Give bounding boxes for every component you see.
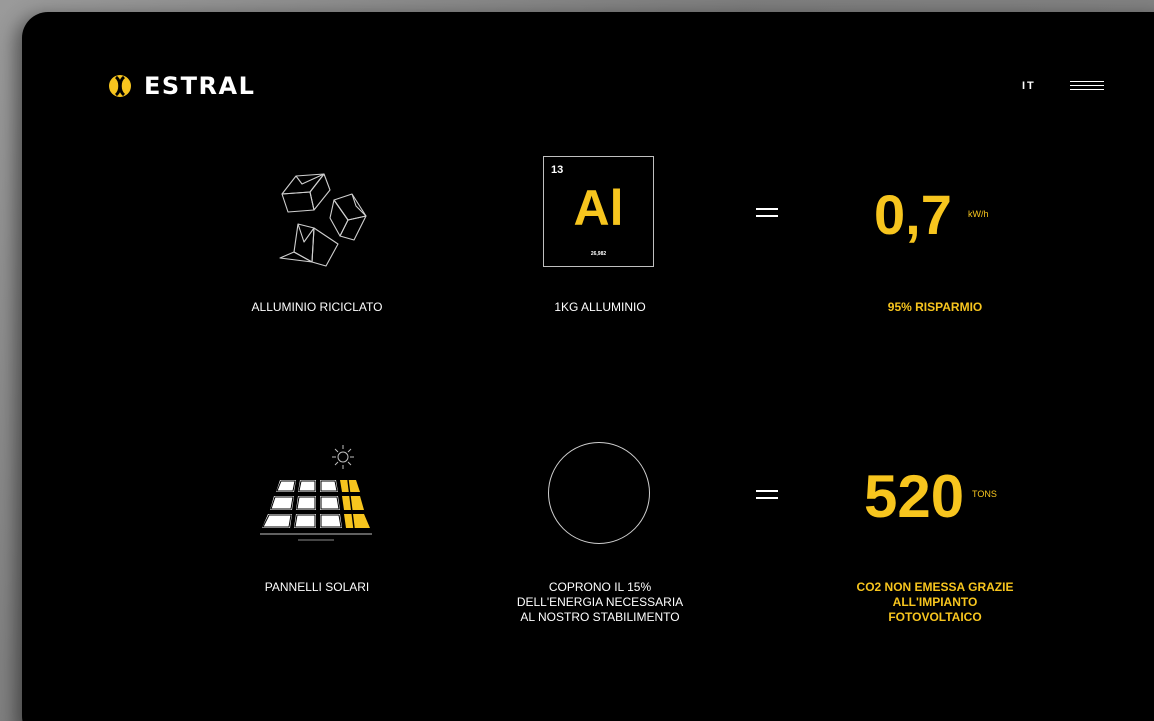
- atomic-mass: 26,982: [590, 251, 607, 257]
- solar-panel-icon: [260, 479, 372, 541]
- circle-icon: [548, 442, 650, 544]
- element-symbol: Al: [573, 180, 624, 236]
- brand-name: ESTRAL: [144, 72, 256, 100]
- equals-icon: [756, 208, 778, 217]
- coverage-caption: COPRONO IL 15% DELL'ENERGIA NECESSARIA A…: [517, 580, 683, 625]
- atomic-number: 13: [551, 164, 564, 176]
- one-kg-aluminium-caption: 1KG ALLUMINIO: [554, 300, 646, 314]
- coverage-caption-line-2: DELL'ENERGIA NECESSARIA: [516, 595, 684, 609]
- recycled-aluminium-caption: ALLUMINIO RICICLATO: [251, 300, 383, 314]
- co2-caption: CO2 NON EMESSA GRAZIE ALL'IMPIANTO FOTOV…: [857, 580, 1014, 625]
- co2-caption-line-2: ALL'IMPIANTO: [892, 595, 978, 609]
- coverage-caption-line-3: AL NOSTRO STABILIMENTO: [520, 610, 680, 624]
- hamburger-menu-icon[interactable]: [1070, 81, 1106, 95]
- energy-value: 0,7: [874, 183, 952, 246]
- brand-logo[interactable]: ESTRAL: [108, 72, 255, 100]
- energy-unit: kW/h: [968, 209, 989, 219]
- co2-caption-line-1: CO2 NON EMESSA GRAZIE: [856, 580, 1014, 594]
- sun-icon: [332, 445, 354, 469]
- co2-unit: TONS: [972, 489, 997, 499]
- recycle-icon: [279, 173, 367, 267]
- logo-mark-icon: [109, 75, 131, 97]
- co2-caption-line-3: FOTOVOLTAICO: [888, 610, 982, 624]
- page-canvas: ESTRAL IT ALLUMINIO RICICLATO 13 Al 26,9…: [22, 12, 1154, 721]
- co2-value: 520: [864, 463, 965, 530]
- solar-panels-caption: PANNELLI SOLARI: [264, 580, 370, 594]
- periodic-element-tile: 13 Al 26,982: [543, 156, 654, 267]
- language-selector[interactable]: IT: [1022, 80, 1036, 92]
- savings-caption: 95% RISPARMIO: [887, 300, 983, 314]
- coverage-caption-line-1: COPRONO IL 15%: [548, 580, 652, 594]
- equals-icon: [756, 490, 778, 499]
